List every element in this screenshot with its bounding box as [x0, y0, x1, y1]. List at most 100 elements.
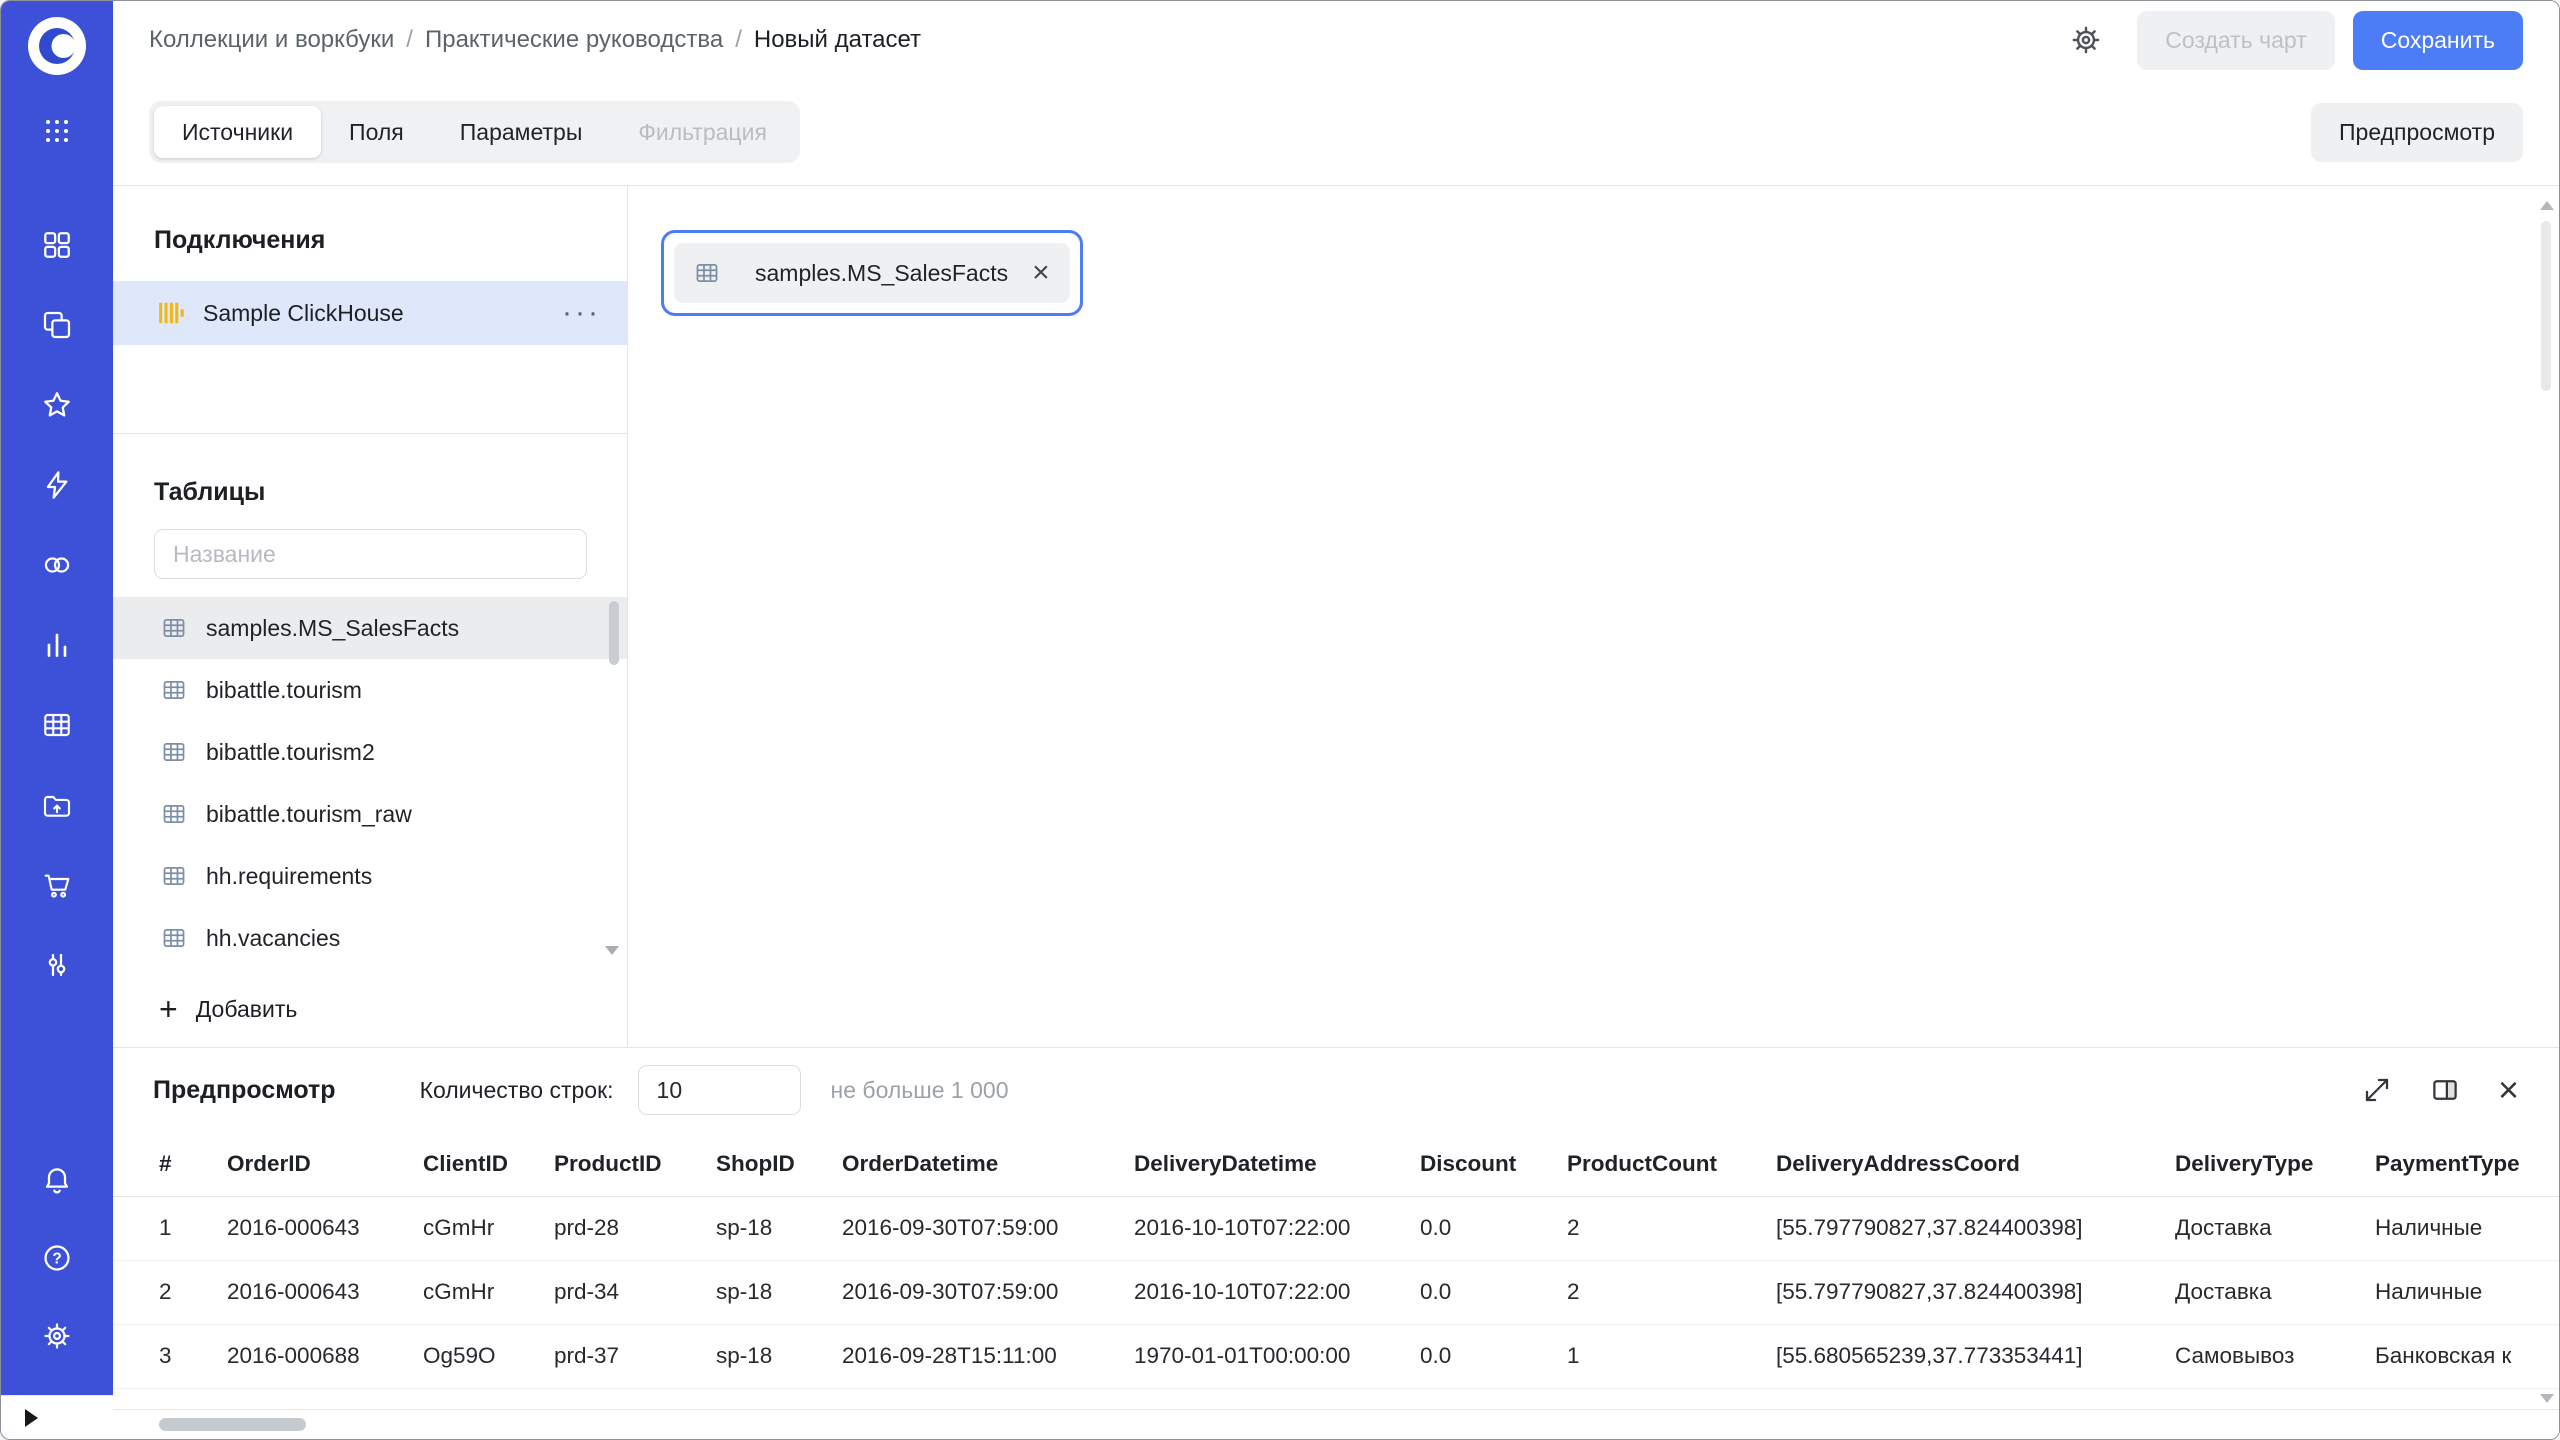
table-list-item[interactable]: samples.MS_SalesFacts [113, 597, 627, 659]
sidebar-item-charts[interactable] [1, 605, 113, 685]
content-area: Подключения Sample ClickHouse ··· Таблиц… [113, 185, 2559, 1047]
dataset-settings-button[interactable] [2069, 23, 2103, 57]
table-cell: [55.797790827,37.824400398] [1776, 1196, 2175, 1261]
scroll-down-icon[interactable] [2540, 1394, 2554, 1403]
create-chart-button[interactable]: Создать чарт [2137, 10, 2335, 70]
table-cell: 2016-10-10T07:22:00 [1134, 1196, 1420, 1261]
expand-arrow-icon [25, 1408, 38, 1427]
sidebar-item-editor[interactable] [1, 445, 113, 525]
table-list-item[interactable]: hh.vacancies [113, 907, 627, 969]
expand-icon [2365, 1078, 2389, 1102]
table-cell: Самовывоз [2175, 1324, 2375, 1389]
close-preview-button[interactable]: × [2498, 1072, 2519, 1108]
list-scroll-down-icon[interactable] [605, 946, 619, 955]
clickhouse-icon [157, 299, 185, 327]
sidebar-bottom: ? [1, 1141, 113, 1375]
datalens-logo-icon [39, 28, 76, 64]
table-row: 2 2016-000643 cGmHr prd-34 sp-18 2016-09-30T0… [113, 1260, 2559, 1325]
table-icon [161, 615, 187, 641]
table-row: 1 2016-000643 cGmHr prd-28 sp-18 2016-09-30T0… [113, 1196, 2559, 1261]
column-header: ProductCount [1567, 1132, 1776, 1197]
tab-filtering[interactable]: Фильтрация [610, 106, 795, 158]
table-cell: Доставка [2175, 1196, 2375, 1261]
dock-preview-button[interactable] [2430, 1075, 2460, 1105]
table-name: samples.MS_SalesFacts [206, 614, 460, 641]
tiles-icon [44, 232, 70, 258]
table-list-item[interactable]: hh.requirements [113, 845, 627, 907]
sidebar-item-tiles[interactable] [1, 205, 113, 285]
list-scrollbar-thumb[interactable] [609, 601, 619, 665]
table-cell: Og59O [423, 1324, 554, 1389]
connection-item-sample-clickhouse[interactable]: Sample ClickHouse ··· [113, 281, 627, 345]
sidebar-expand-button[interactable] [1, 1395, 113, 1439]
table-icon [161, 863, 187, 889]
connections-title: Подключения [154, 226, 326, 254]
preview-toggle-button[interactable]: Предпросмотр [2311, 102, 2523, 162]
top-header: Коллекции и воркбуки / Практические руко… [113, 1, 2559, 79]
expand-preview-button[interactable] [2362, 1075, 2392, 1105]
vertical-scrollbar[interactable] [2538, 201, 2556, 1403]
selected-table-chip[interactable]: samples.MS_SalesFacts × [661, 230, 1083, 316]
table-cell: 2016-09-30T07:59:00 [842, 1196, 1134, 1261]
breadcrumb-current: Новый датасет [753, 26, 922, 53]
sidebar-item-help[interactable]: ? [1, 1219, 113, 1297]
preview-table: # OrderID ClientID ProductID ShopID OrderDate… [113, 1132, 2559, 1389]
sidebar-item-datasets[interactable] [1, 685, 113, 765]
bar-chart-icon [47, 633, 67, 657]
table-cell: 1 [1567, 1324, 1776, 1389]
table-name: bibattle.tourism2 [206, 738, 375, 765]
breadcrumb-guides[interactable]: Практические руководства [425, 26, 723, 54]
tab-sources[interactable]: Источники [154, 106, 322, 158]
lightning-icon [46, 471, 68, 499]
breadcrumb-separator: / [735, 26, 742, 53]
add-table-button[interactable]: + Добавить [113, 981, 627, 1037]
app-window: ? Коллекции и воркбуки / Практические ру… [0, 0, 2560, 1440]
table-cell: 2016-000688 [227, 1324, 423, 1389]
sidebar-item-connections[interactable] [1, 525, 113, 605]
horizontal-scrollbar[interactable] [113, 1409, 2559, 1439]
sidebar: ? [1, 1, 113, 1439]
star-icon [44, 392, 70, 417]
chip-remove-button[interactable]: × [1032, 258, 1050, 288]
dataset-canvas: samples.MS_SalesFacts × [628, 186, 2559, 1047]
table-cell: prd-34 [554, 1260, 716, 1325]
table-list-item[interactable]: bibattle.tourism [113, 659, 627, 721]
connection-menu-button[interactable]: ··· [562, 298, 601, 328]
folder-upload-icon [43, 795, 71, 817]
sidebar-item-storage[interactable] [1, 765, 113, 845]
plus-icon: + [159, 991, 178, 1027]
vertical-scrollbar-thumb[interactable] [2541, 221, 2551, 391]
bell-icon [45, 1168, 69, 1194]
sidebar-item-collections[interactable] [1, 285, 113, 365]
tab-fields[interactable]: Поля [321, 106, 432, 158]
apps-grid-button[interactable] [42, 109, 72, 153]
sources-panel: Подключения Sample ClickHouse ··· Таблиц… [113, 186, 628, 1047]
column-header: ClientID [423, 1132, 554, 1197]
scroll-up-icon[interactable] [2540, 201, 2554, 210]
tab-parameters[interactable]: Параметры [432, 106, 611, 158]
table-list-item[interactable]: bibattle.tourism_raw [113, 783, 627, 845]
table-cell: 2016-10-10T07:22:00 [1134, 1260, 1420, 1325]
breadcrumb-collections[interactable]: Коллекции и воркбуки [149, 26, 394, 54]
column-header: OrderDatetime [842, 1132, 1134, 1197]
connection-name: Sample ClickHouse [203, 299, 404, 326]
save-button[interactable]: Сохранить [2352, 10, 2523, 70]
table-cell: Наличные [2375, 1260, 2559, 1325]
table-list-item[interactable]: bibattle.tourism2 [113, 721, 627, 783]
horizontal-scrollbar-thumb[interactable] [159, 1418, 306, 1431]
table-name: bibattle.tourism_raw [206, 800, 412, 827]
datalens-logo[interactable] [28, 17, 86, 75]
table-cell: 2016-000643 [227, 1196, 423, 1261]
row-count-label: Количество строк: [419, 1076, 614, 1103]
gear-icon [2072, 26, 2100, 54]
sidebar-item-settings-sliders[interactable] [1, 925, 113, 1005]
table-cell: sp-18 [716, 1196, 842, 1261]
table-cell: 0.0 [1420, 1324, 1567, 1389]
sidebar-item-notifications[interactable] [1, 1141, 113, 1219]
row-count-input[interactable] [637, 1065, 801, 1115]
sidebar-item-settings[interactable] [1, 1297, 113, 1375]
table-search-input[interactable] [154, 529, 587, 579]
table-chip[interactable]: samples.MS_SalesFacts × [674, 243, 1070, 303]
sidebar-item-favorites[interactable] [1, 365, 113, 445]
sidebar-item-marketplace[interactable] [1, 845, 113, 925]
